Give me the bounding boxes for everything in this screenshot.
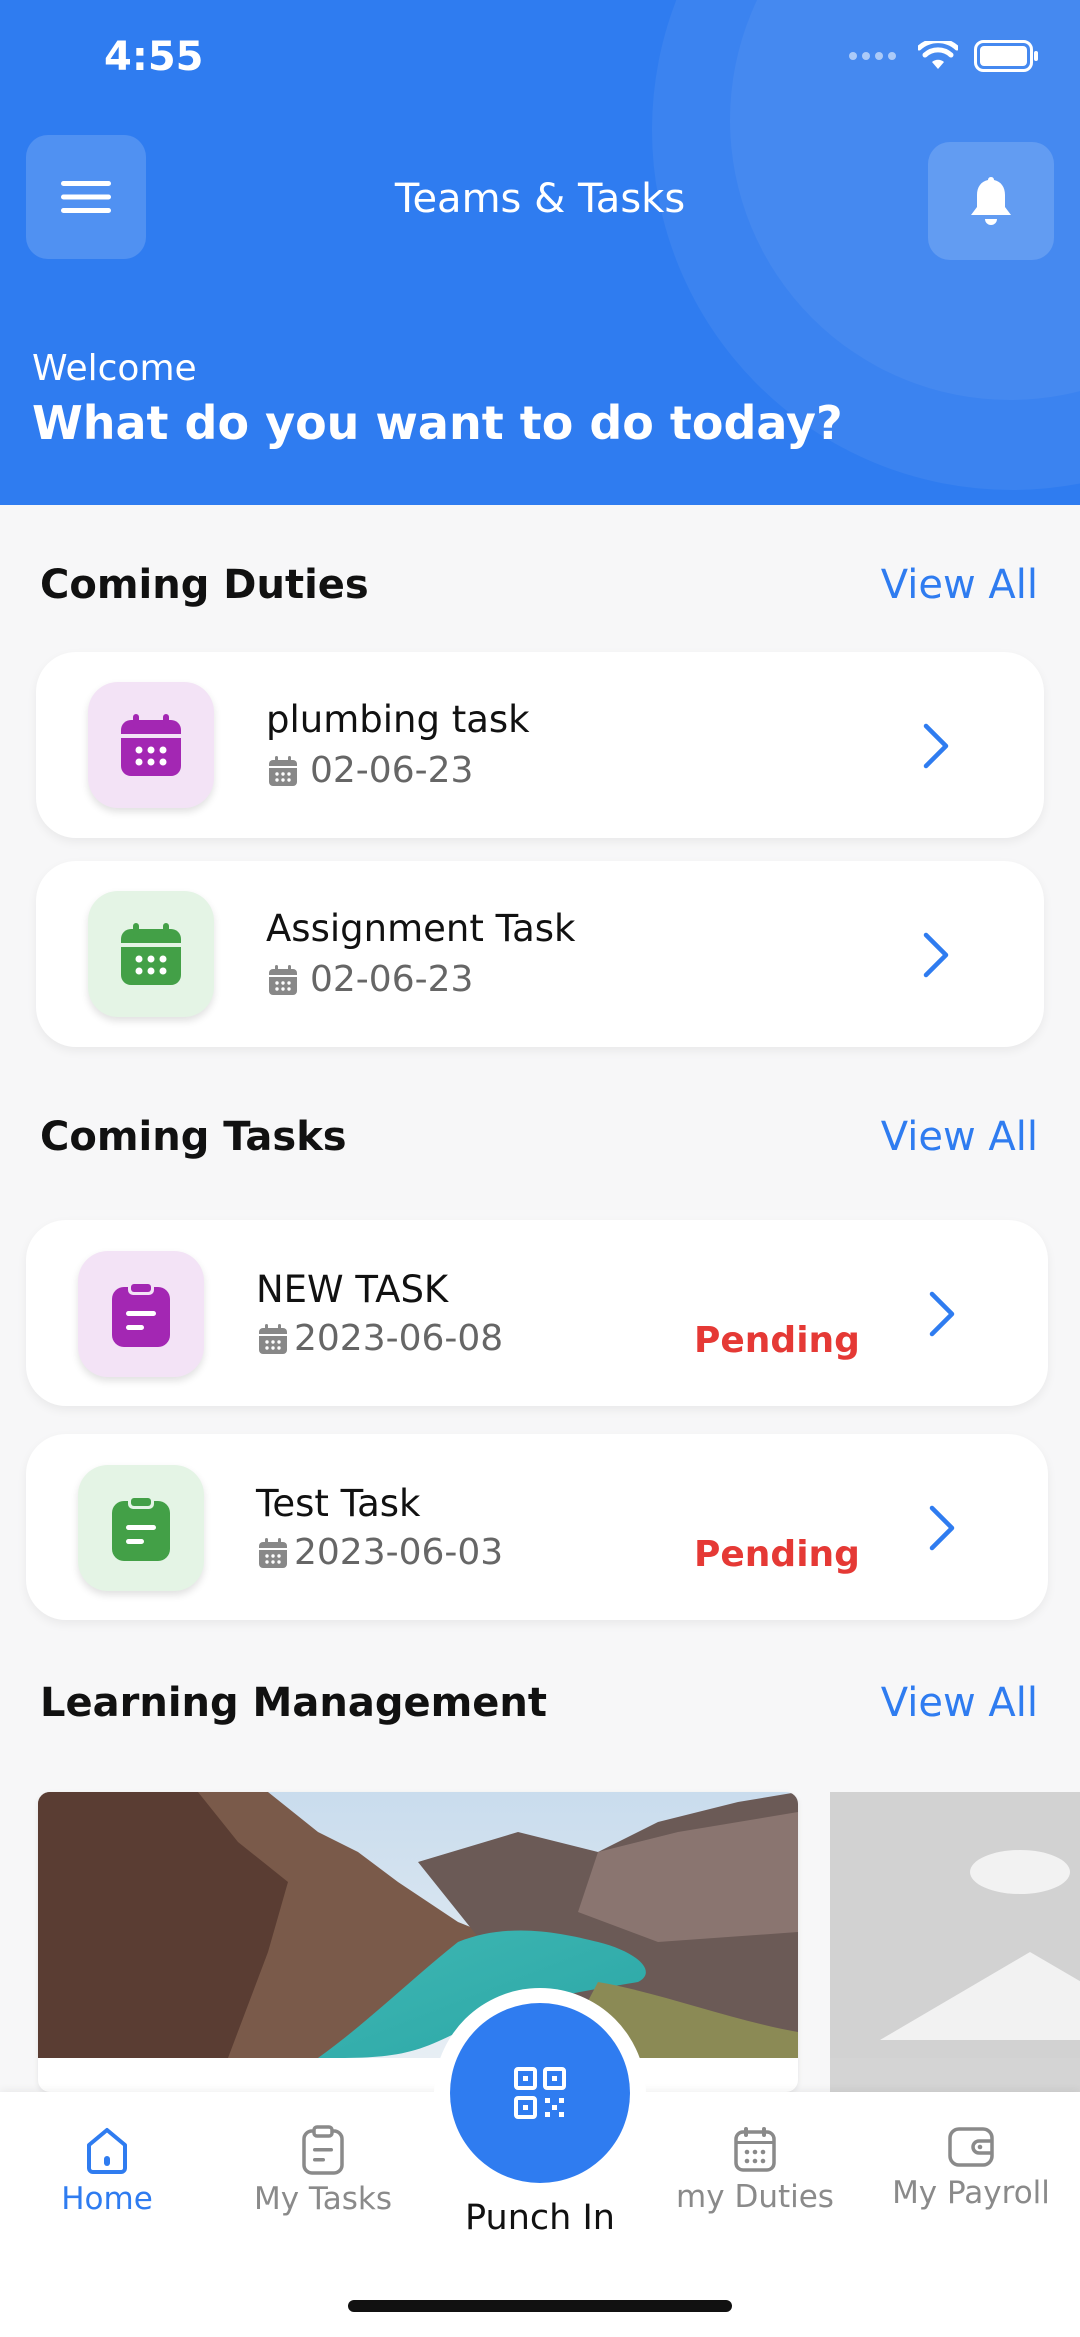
learning-section-title: Learning Management: [40, 1680, 547, 1726]
small-calendar-icon: [269, 755, 297, 786]
duties-view-all-link[interactable]: View All: [881, 562, 1038, 608]
chevron-right-icon: [929, 1291, 955, 1337]
duty-date-text: 02-06-23: [310, 959, 474, 1000]
page-title: Teams & Tasks: [394, 176, 686, 222]
tasks-view-all-link[interactable]: View All: [881, 1114, 1038, 1160]
duty-date: 02-06-23: [268, 959, 473, 1000]
task-card[interactable]: NEW TASK 2023-06-08 Pending: [26, 1220, 1048, 1406]
small-calendar-icon: [259, 1323, 287, 1354]
punch-in-button[interactable]: [450, 2003, 630, 2183]
duty-card[interactable]: Assignment Task 02-06-23: [36, 861, 1044, 1047]
calendar-icon: [734, 2127, 776, 2172]
task-icon-box: [78, 1251, 204, 1377]
welcome-text: Welcome: [32, 348, 197, 389]
calendar-icon: [121, 923, 181, 985]
task-title: NEW TASK: [256, 1268, 449, 1311]
task-date-text: 2023-06-08: [294, 1318, 504, 1359]
clipboard-icon: [302, 2125, 344, 2175]
battery-icon: [974, 40, 1038, 72]
duty-title: Assignment Task: [266, 907, 576, 950]
course-card[interactable]: [38, 1792, 798, 2092]
duty-title: plumbing task: [266, 698, 530, 741]
status-icons: [849, 40, 1040, 72]
signal-icon: [849, 52, 896, 60]
clipboard-icon: [112, 1495, 170, 1561]
small-calendar-icon: [269, 964, 297, 995]
status-badge: Pending: [694, 1320, 860, 1361]
duty-icon-box: [88, 891, 214, 1017]
task-date-text: 2023-06-03: [294, 1532, 504, 1573]
small-calendar-icon: [259, 1537, 287, 1568]
calendar-icon: [121, 714, 181, 776]
duty-date-text: 02-06-23: [310, 750, 474, 791]
status-time: 4:55: [104, 34, 204, 80]
notifications-button[interactable]: [928, 142, 1054, 260]
task-date: 2023-06-03: [258, 1532, 503, 1573]
task-icon-box: [78, 1465, 204, 1591]
course-thumbnail: [38, 1792, 798, 2058]
image-placeholder-icon: [830, 1792, 1080, 2058]
punch-in-label: Punch In: [465, 2198, 615, 2238]
chevron-right-icon: [929, 1505, 955, 1551]
task-title: Test Task: [256, 1482, 421, 1525]
home-indicator: [348, 2300, 732, 2312]
duties-section-title: Coming Duties: [40, 562, 369, 608]
chevron-right-icon: [923, 723, 949, 769]
task-card[interactable]: Test Task 2023-06-03 Pending: [26, 1434, 1048, 1620]
duty-icon-box: [88, 682, 214, 808]
learning-view-all-link[interactable]: View All: [881, 1680, 1038, 1726]
task-date: 2023-06-08: [258, 1318, 503, 1359]
headline: What do you want to do today?: [32, 396, 843, 450]
wallet-icon: [948, 2127, 994, 2167]
duty-date: 02-06-23: [268, 750, 473, 791]
duty-card[interactable]: plumbing task 02-06-23: [36, 652, 1044, 838]
home-icon: [87, 2128, 127, 2174]
clipboard-icon: [112, 1281, 170, 1347]
qr-code-icon: [514, 2067, 566, 2119]
chevron-right-icon: [923, 932, 949, 978]
status-badge: Pending: [694, 1534, 860, 1575]
bell-icon: [971, 177, 1011, 225]
course-card[interactable]: [830, 1792, 1080, 2092]
wifi-icon: [918, 41, 958, 69]
tasks-section-title: Coming Tasks: [40, 1114, 347, 1160]
